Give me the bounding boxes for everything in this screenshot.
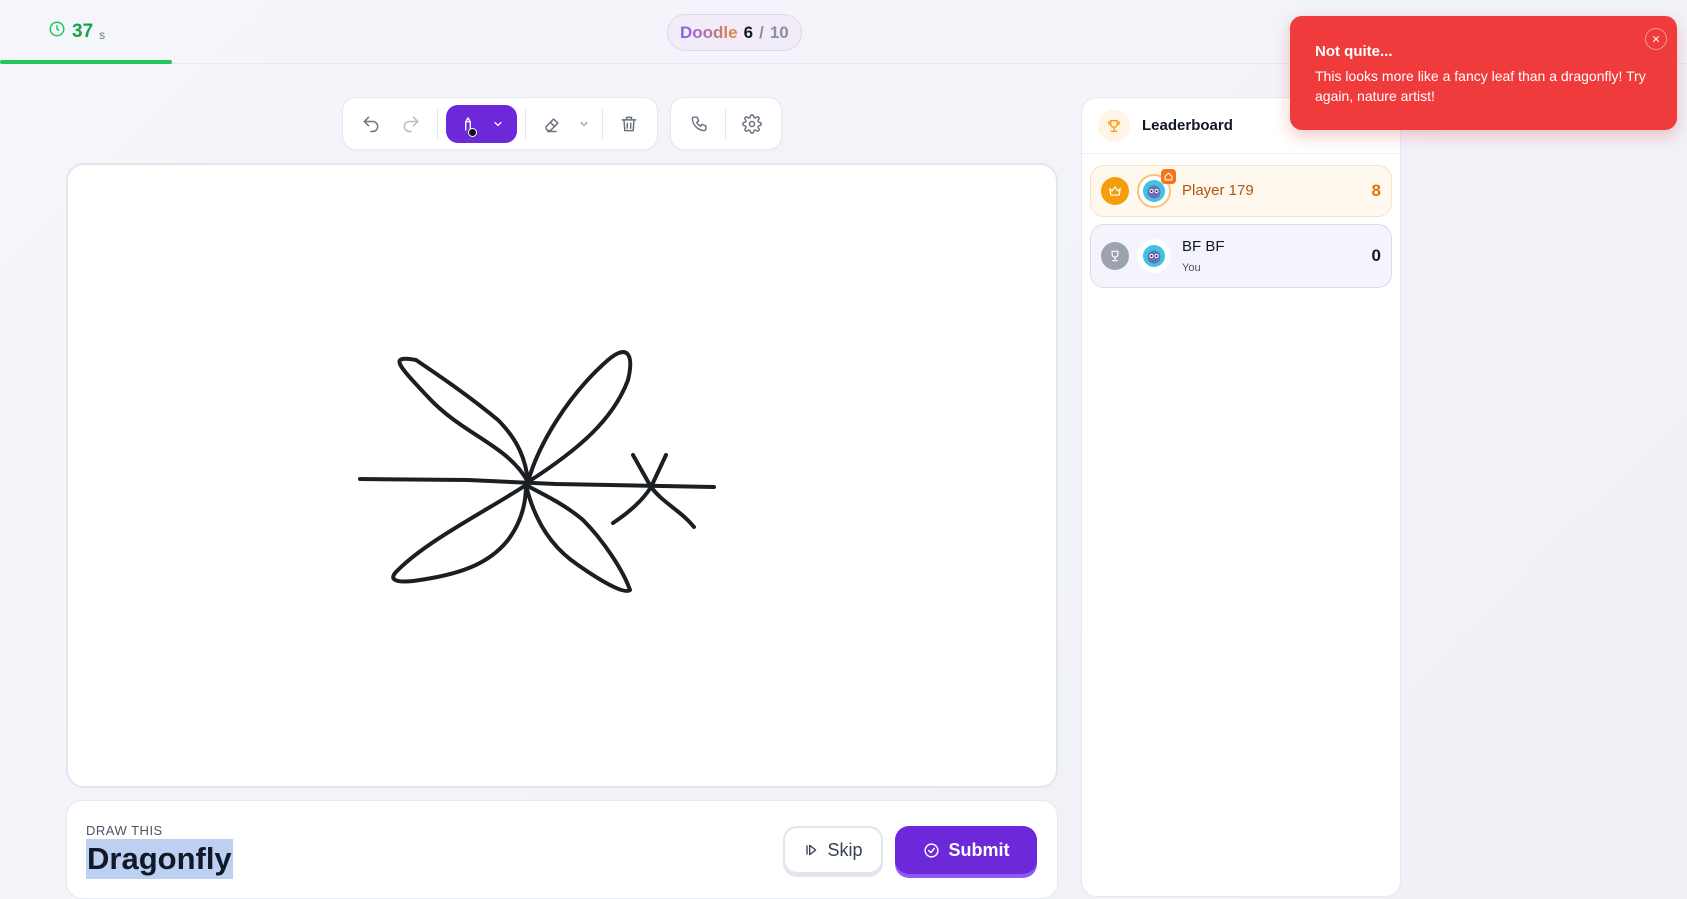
leaderboard-row: Player 179 8: [1090, 165, 1392, 217]
redo-icon: [403, 116, 419, 132]
clear-canvas-button[interactable]: [611, 106, 647, 142]
pen-color-swatch: [467, 127, 477, 137]
player-name: BF BF: [1182, 238, 1225, 255]
undo-button[interactable]: [353, 106, 389, 142]
drawing-canvas[interactable]: [66, 163, 1058, 788]
chevron-down-icon[interactable]: [492, 118, 504, 130]
toast-message: This looks more like a fancy leaf than a…: [1315, 68, 1646, 104]
undo-icon: [363, 116, 379, 132]
leaderboard-panel: Leaderboard Player 179 8 BF BF You 0: [1081, 97, 1401, 897]
feedback-toast: Not quite... This looks more like a fanc…: [1290, 16, 1677, 130]
timer-progress-bar: [0, 60, 172, 64]
leaderboard-title: Leaderboard: [1142, 117, 1233, 134]
extra-toolbar: [670, 97, 782, 150]
eraser-tool-button[interactable]: [534, 106, 570, 142]
avatar: [1137, 239, 1171, 273]
toolbar-divider: [725, 108, 726, 139]
skip-icon: [806, 844, 817, 856]
skip-label: Skip: [827, 839, 863, 860]
timer-unit: s: [99, 27, 106, 42]
leaderboard-row: BF BF You 0: [1090, 224, 1392, 288]
round-separator: /: [759, 22, 764, 42]
toolbar-divider: [602, 108, 604, 139]
close-toast-button[interactable]: [1645, 28, 1667, 50]
prompt-label: DRAW THIS: [86, 823, 163, 838]
drawing-toolbar: [342, 97, 658, 150]
settings-button[interactable]: [734, 106, 770, 142]
voice-call-button[interactable]: [681, 106, 717, 142]
prompt-word: Dragonfly: [86, 839, 233, 879]
trophy-icon: [1101, 242, 1129, 270]
phone-icon: [691, 116, 707, 132]
player-score: 0: [1371, 246, 1381, 265]
eraser-icon: [545, 117, 559, 132]
trophy-icon: [1098, 109, 1130, 142]
close-icon: [1652, 35, 1660, 43]
eraser-size-dropdown[interactable]: [574, 106, 594, 142]
round-indicator: Doodle 6 / 10: [667, 14, 802, 51]
submit-button[interactable]: Submit: [895, 826, 1037, 874]
toast-title: Not quite...: [1315, 43, 1393, 60]
round-timer: 37 s: [48, 20, 105, 44]
timer-value: 37: [72, 21, 94, 42]
user-drawing: [358, 350, 716, 593]
round-current: 6: [743, 22, 754, 42]
chevron-down-icon: [580, 121, 588, 126]
toolbar-divider: [525, 108, 527, 139]
host-icon: [1161, 169, 1176, 184]
game-mode-label: Doodle: [680, 22, 738, 42]
toolbar-divider: [436, 108, 438, 139]
submit-label: Submit: [948, 839, 1010, 860]
check-circle-icon: [923, 842, 939, 858]
redo-button[interactable]: [393, 106, 429, 142]
player-name: Player 179: [1182, 182, 1254, 199]
clock-icon: [48, 20, 66, 44]
trash-icon: [621, 116, 637, 131]
skip-button[interactable]: Skip: [783, 826, 883, 874]
crown-icon: [1101, 177, 1129, 205]
pen-tool-button[interactable]: [445, 104, 518, 143]
player-subtitle: You: [1182, 262, 1201, 274]
prompt-card: DRAW THIS Dragonfly Skip Submit: [66, 800, 1058, 899]
gear-icon: [742, 113, 762, 134]
player-score: 8: [1371, 181, 1381, 200]
round-total: 10: [769, 22, 789, 42]
